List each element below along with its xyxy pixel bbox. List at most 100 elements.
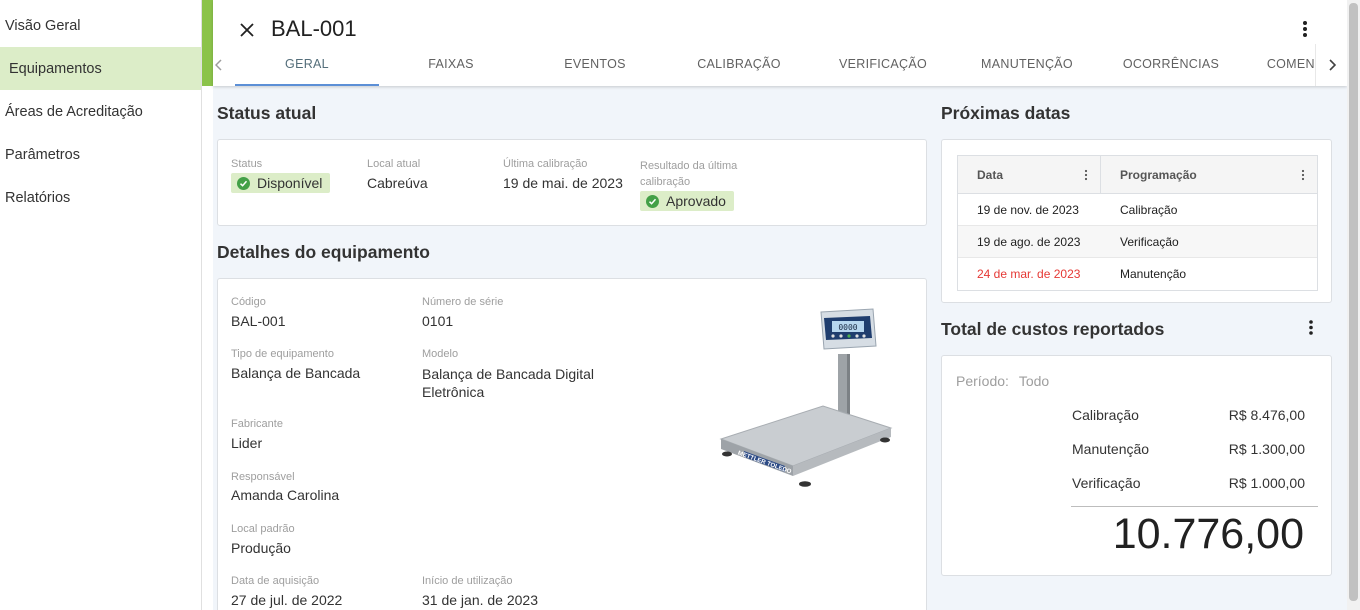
- sidebar-item-visao-geral[interactable]: Visão Geral: [0, 4, 201, 47]
- next-dates-table: Data Programação 19 de nov. de 2023 Cali…: [957, 155, 1318, 291]
- tab-manutencao[interactable]: MANUTENÇÃO: [955, 44, 1099, 86]
- sidebar-item-parametros[interactable]: Parâmetros: [0, 133, 201, 176]
- schedule-cell: Verificação: [1120, 234, 1179, 249]
- tabs-scroll-right-button[interactable]: [1315, 44, 1347, 86]
- status-section-title: Status atual: [217, 103, 317, 123]
- tab-bar: GERAL FAIXAS EVENTOS CALIBRAÇÃO VERIFICAÇÃO M…: [235, 44, 1315, 86]
- code-label: Código: [231, 296, 266, 308]
- page-title: BAL-001: [271, 16, 357, 41]
- responsible-label: Responsável: [231, 471, 295, 483]
- column-header-date[interactable]: Data: [958, 156, 1101, 193]
- responsible-value: Amanda Carolina: [231, 487, 340, 503]
- costs-menu-button[interactable]: [1301, 316, 1321, 340]
- serial-value: 0101: [422, 313, 454, 329]
- status-badge: Disponível: [231, 173, 331, 193]
- cost-total: 10.776,00: [1112, 510, 1304, 558]
- tab-ocorrencias[interactable]: OCORRÊNCIAS: [1099, 44, 1243, 86]
- status-label: Status: [231, 158, 263, 170]
- tab-verificacao[interactable]: VERIFICAÇÃO: [811, 44, 955, 86]
- equipment-image: 0000 METTLER TOLEDO: [719, 308, 893, 487]
- last-calibration-label: Última calibração: [503, 158, 588, 170]
- location-value: Cabreúva: [367, 175, 428, 191]
- table-row[interactable]: 24 de mar. de 2023 Manutenção: [958, 258, 1317, 290]
- details-section-title: Detalhes do equipamento: [217, 242, 430, 262]
- cost-value: R$ 8.476,00: [1228, 407, 1305, 423]
- serial-label: Número de série: [422, 296, 504, 308]
- sidebar-item-label: Equipamentos: [9, 60, 102, 77]
- table-header: Data Programação: [958, 156, 1317, 194]
- cost-row-manutencao: Manutenção R$ 1.300,00: [1072, 441, 1305, 457]
- schedule-cell: Manutenção: [1120, 267, 1187, 281]
- more-vert-icon: [1309, 320, 1313, 335]
- manufacturer-value: Lider: [231, 435, 263, 451]
- sidebar-item-equipamentos[interactable]: Equipamentos: [0, 47, 201, 90]
- period-label: Período:: [956, 373, 1009, 389]
- tabs-scroll-left-button[interactable]: [213, 52, 225, 78]
- sidebar-item-label: Parâmetros: [5, 146, 80, 163]
- location-label: Local atual: [367, 158, 421, 170]
- date-cell: 19 de ago. de 2023: [977, 234, 1081, 249]
- table-row[interactable]: 19 de nov. de 2023 Calibração: [958, 194, 1317, 226]
- cost-label: Verificação: [1072, 475, 1141, 491]
- check-circle-icon: [237, 176, 250, 190]
- next-dates-title: Próximas datas: [941, 103, 1071, 123]
- sidebar-item-label: Visão Geral: [5, 17, 81, 34]
- column-header-label: Programação: [1120, 167, 1197, 182]
- chevron-right-icon: [1328, 59, 1336, 71]
- default-location-label: Local padrão: [231, 523, 295, 535]
- sidebar-item-relatorios[interactable]: Relatórios: [0, 176, 201, 219]
- cost-row-calibracao: Calibração R$ 8.476,00: [1072, 407, 1305, 423]
- cost-value: R$ 1.000,00: [1228, 475, 1305, 491]
- more-vert-icon: [1303, 21, 1307, 37]
- period-value: Todo: [1018, 373, 1050, 389]
- model-value: Balança de Bancada Digital Eletrônica: [422, 366, 595, 400]
- close-button[interactable]: [236, 19, 258, 41]
- acquisition-label: Data de aquisição: [231, 575, 320, 587]
- check-circle-icon: [646, 194, 659, 208]
- more-options-button[interactable]: [1295, 17, 1315, 41]
- costs-card: Período: Todo Calibração R$ 8.476,00 Man…: [941, 355, 1332, 576]
- status-card: Status Disponível Local atual Cabreúva Ú…: [217, 139, 927, 226]
- usage-start-label: Início de utilização: [422, 575, 513, 587]
- manufacturer-label: Fabricante: [231, 418, 283, 430]
- panel-accent-bar: [202, 0, 213, 86]
- sidebar-item-areas-acreditacao[interactable]: Áreas de Acreditação: [0, 90, 201, 133]
- default-location-value: Produção: [231, 540, 291, 556]
- model-label: Modelo: [422, 348, 459, 360]
- type-label: Tipo de equipamento: [231, 348, 334, 360]
- sidebar: Visão Geral Equipamentos Áreas de Acredi…: [0, 0, 202, 610]
- svg-text:0000: 0000: [838, 323, 857, 332]
- sidebar-item-label: Relatórios: [5, 189, 71, 206]
- tab-faixas[interactable]: FAIXAS: [379, 44, 523, 86]
- equipment-panel: BAL-001 GERAL FAIXAS EVENTOS CALIBRAÇÃO VERI…: [213, 0, 1347, 610]
- details-card: Código BAL-001 Número de série 0101 Tipo…: [217, 278, 927, 610]
- result-value: Aprovado: [666, 193, 726, 209]
- period-filter[interactable]: Período: Todo: [956, 373, 1049, 389]
- total-divider: [1071, 506, 1318, 507]
- usage-start-value: 31 de jan. de 2023: [422, 592, 538, 608]
- code-value: BAL-001: [231, 313, 286, 329]
- sidebar-item-label: Áreas de Acreditação: [5, 103, 143, 120]
- chevron-left-icon: [215, 59, 222, 71]
- date-cell: 19 de nov. de 2023: [977, 202, 1079, 217]
- column-header-schedule[interactable]: Programação: [1101, 156, 1317, 193]
- cost-label: Calibração: [1072, 407, 1139, 423]
- tab-eventos[interactable]: EVENTOS: [523, 44, 667, 86]
- table-row[interactable]: 19 de ago. de 2023 Verificação: [958, 226, 1317, 258]
- tab-comentarios[interactable]: COMENTÁRIOS: [1243, 44, 1315, 86]
- type-value: Balança de Bancada: [231, 365, 361, 381]
- result-badge: Aprovado: [640, 191, 734, 211]
- costs-title: Total de custos reportados: [941, 319, 1165, 339]
- column-menu-icon[interactable]: [1301, 169, 1305, 181]
- schedule-cell: Calibração: [1120, 202, 1178, 217]
- tab-calibracao[interactable]: CALIBRAÇÃO: [667, 44, 811, 86]
- next-dates-card: Data Programação 19 de nov. de 2023 Cali…: [941, 139, 1332, 303]
- tab-geral[interactable]: GERAL: [235, 44, 379, 86]
- cost-value: R$ 1.300,00: [1228, 441, 1305, 457]
- close-icon: [240, 23, 254, 37]
- column-header-label: Data: [977, 167, 1004, 182]
- column-menu-icon[interactable]: [1084, 169, 1088, 181]
- scrollbar[interactable]: [1347, 0, 1360, 610]
- panel-header: BAL-001 GERAL FAIXAS EVENTOS CALIBRAÇÃO VERI…: [213, 0, 1347, 86]
- scrollbar-thumb[interactable]: [1349, 3, 1358, 601]
